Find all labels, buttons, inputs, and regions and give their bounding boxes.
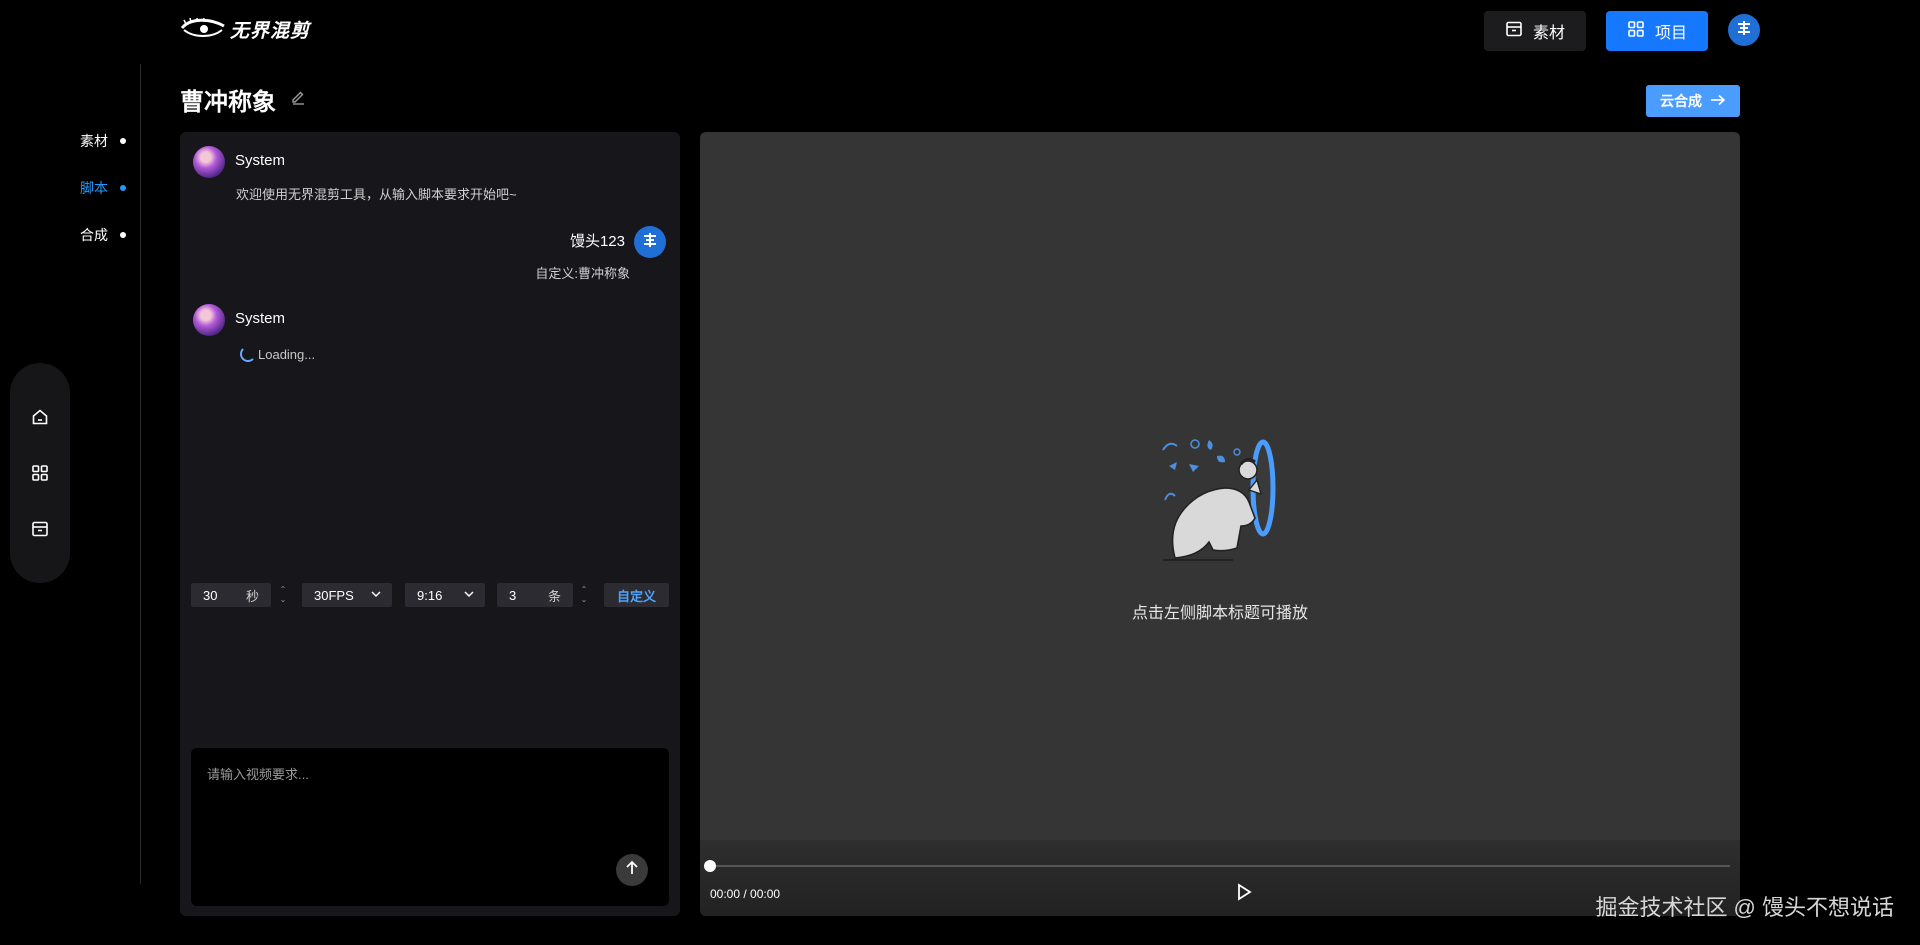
empty-state: 点击左侧脚本标题可播放 — [700, 430, 1740, 623]
time-readout: 00:00 / 00:00 — [710, 887, 781, 901]
chevron-down-icon[interactable]: ⌄ — [280, 595, 287, 605]
materials-button[interactable]: 素材 — [1484, 11, 1586, 51]
duration-stepper[interactable]: ⌃ ⌄ — [278, 584, 288, 606]
chevron-down-icon — [370, 588, 382, 603]
loading-indicator: Loading... — [240, 346, 315, 362]
loading-text: Loading... — [258, 346, 316, 362]
side-dock — [10, 363, 70, 583]
prompt-input[interactable] — [205, 762, 649, 846]
cloud-compose-label: 云合成 — [1660, 93, 1702, 109]
empty-caption: 点击左侧脚本标题可播放 — [1131, 605, 1308, 622]
custom-button[interactable]: 自定义 — [604, 583, 669, 607]
step-label: 脚本 — [80, 180, 108, 196]
step-dot — [120, 185, 126, 191]
grid-icon[interactable] — [31, 464, 49, 482]
count-stepper[interactable]: ⌃ ⌄ — [579, 584, 589, 606]
edit-pencil-icon[interactable] — [290, 89, 306, 110]
video-preview-panel: 点击左侧脚本标题可播放 00:00 / 00:00 — [700, 132, 1740, 916]
user-avatar[interactable] — [1728, 14, 1760, 46]
fps-select[interactable]: 30FPS — [302, 583, 392, 607]
message-sender: System — [235, 152, 286, 169]
arrow-right-icon — [1710, 93, 1726, 109]
archive-box-icon — [1505, 20, 1523, 43]
progress-knob[interactable] — [704, 860, 716, 872]
play-button[interactable] — [1236, 883, 1252, 906]
step-label: 合成 — [80, 227, 108, 243]
prompt-box — [191, 748, 669, 906]
empty-state-illustration — [1145, 430, 1295, 575]
cloud-compose-button[interactable]: 云合成 — [1646, 85, 1740, 117]
message-sender: System — [235, 310, 286, 327]
fps-value: 30FPS — [314, 587, 354, 603]
projects-label: 项目 — [1654, 25, 1687, 42]
count-input[interactable]: 3 条 — [497, 583, 573, 607]
chevron-up-icon[interactable]: ⌃ — [280, 585, 287, 595]
user-avatar — [634, 226, 666, 258]
chevron-up-icon[interactable]: ⌃ — [581, 585, 588, 595]
title-row: 曹冲称象 — [180, 82, 306, 117]
step-compose[interactable]: 合成 — [80, 225, 126, 245]
message-text: 自定义:曹冲称象 — [535, 266, 630, 281]
user-avatar-icon — [1737, 20, 1751, 40]
system-avatar — [193, 146, 225, 178]
video-controls: 00:00 / 00:00 — [700, 840, 1740, 916]
duration-input[interactable]: 30 秒 — [191, 583, 271, 607]
message-sender: 馒头123 — [569, 233, 625, 250]
step-label: 素材 — [80, 133, 108, 149]
step-script[interactable]: 脚本 — [80, 178, 126, 198]
chevron-down-icon[interactable]: ⌄ — [581, 595, 588, 605]
ratio-select[interactable]: 9:16 — [405, 583, 485, 607]
ratio-value: 9:16 — [417, 587, 443, 603]
chevron-down-icon — [463, 588, 475, 603]
count-value: 3 — [509, 587, 517, 603]
materials-label: 素材 — [1532, 25, 1565, 42]
play-icon — [1236, 883, 1252, 905]
home-icon[interactable] — [31, 408, 49, 426]
archive-box-icon[interactable] — [31, 520, 49, 538]
duration-value: 30 — [203, 587, 218, 603]
arrow-up-icon — [624, 860, 640, 881]
projects-button[interactable]: 项目 — [1606, 11, 1708, 51]
logo-text: 无界混剪 — [230, 20, 311, 42]
loading-spinner-icon — [240, 346, 256, 362]
app-logo[interactable]: 无界混剪 — [180, 14, 310, 44]
user-avatar-icon — [643, 232, 657, 252]
progress-bar[interactable] — [710, 865, 1730, 867]
system-avatar — [193, 304, 225, 336]
duration-unit: 秒 — [245, 588, 259, 604]
grid-icon — [1627, 20, 1645, 43]
count-unit: 条 — [547, 588, 561, 604]
step-dot — [120, 232, 126, 238]
step-materials[interactable]: 素材 — [80, 131, 126, 151]
step-dot — [120, 138, 126, 144]
message-text: 欢迎使用无界混剪工具，从输入脚本要求开始吧~ — [236, 187, 517, 202]
eye-logo-icon — [180, 18, 226, 40]
rail-line — [140, 64, 141, 884]
page-title: 曹冲称象 — [180, 89, 276, 116]
watermark: 掘金技术社区 @ 馒头不想说话 — [1595, 895, 1894, 920]
send-button[interactable] — [616, 854, 648, 886]
